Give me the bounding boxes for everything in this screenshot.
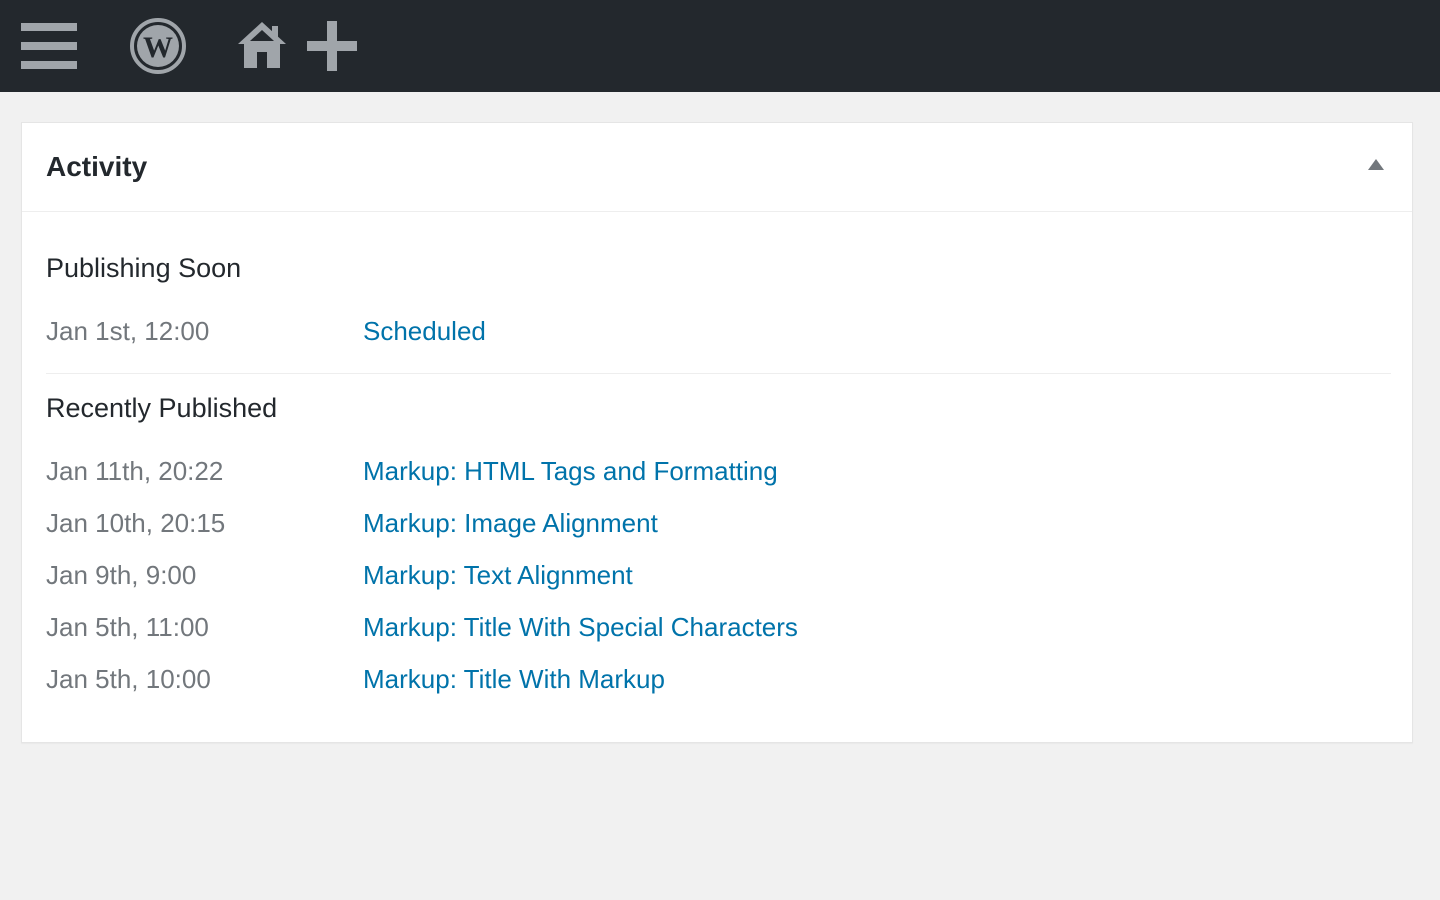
- post-date: Jan 5th, 11:00: [46, 612, 209, 642]
- post-link[interactable]: Markup: Title With Special Characters: [363, 609, 798, 645]
- list-item: Jan 10th, 20:15 Markup: Image Alignment: [46, 505, 1386, 541]
- menu-icon[interactable]: [14, 0, 86, 92]
- post-date: Jan 9th, 9:00: [46, 560, 197, 590]
- list-item: Jan 1st, 12:00 Scheduled: [46, 313, 1386, 349]
- svg-text:W: W: [143, 31, 173, 64]
- post-link[interactable]: Markup: HTML Tags and Formatting: [363, 453, 778, 489]
- collapse-arrow-icon[interactable]: [1368, 159, 1384, 170]
- admin-toolbar: W: [0, 0, 1440, 92]
- post-date: Jan 10th, 20:15: [46, 508, 226, 538]
- post-date: Jan 5th, 10:00: [46, 664, 211, 694]
- section-divider: [46, 373, 1391, 374]
- wordpress-icon[interactable]: W: [122, 0, 194, 92]
- home-icon[interactable]: [226, 0, 298, 92]
- post-link[interactable]: Markup: Text Alignment: [363, 557, 633, 593]
- activity-widget: Activity Publishing Soon Jan 1st, 12:00 …: [21, 122, 1413, 743]
- list-item: Jan 5th, 10:00 Markup: Title With Markup: [46, 661, 1386, 697]
- post-date: Jan 11th, 20:22: [46, 456, 224, 486]
- plus-icon[interactable]: [296, 0, 368, 92]
- widget-header: Activity: [22, 123, 1412, 212]
- post-link[interactable]: Markup: Image Alignment: [363, 505, 658, 541]
- list-item: Jan 9th, 9:00 Markup: Text Alignment: [46, 557, 1386, 593]
- list-item: Jan 11th, 20:22 Markup: HTML Tags and Fo…: [46, 453, 1386, 489]
- post-date: Jan 1st, 12:00: [46, 316, 210, 346]
- widget-title: Activity: [46, 151, 148, 182]
- list-item: Jan 5th, 11:00 Markup: Title With Specia…: [46, 609, 1386, 645]
- publishing-soon-heading: Publishing Soon: [46, 253, 242, 283]
- post-link[interactable]: Scheduled: [363, 313, 486, 349]
- recently-published-heading: Recently Published: [46, 393, 278, 423]
- post-link[interactable]: Markup: Title With Markup: [363, 661, 665, 697]
